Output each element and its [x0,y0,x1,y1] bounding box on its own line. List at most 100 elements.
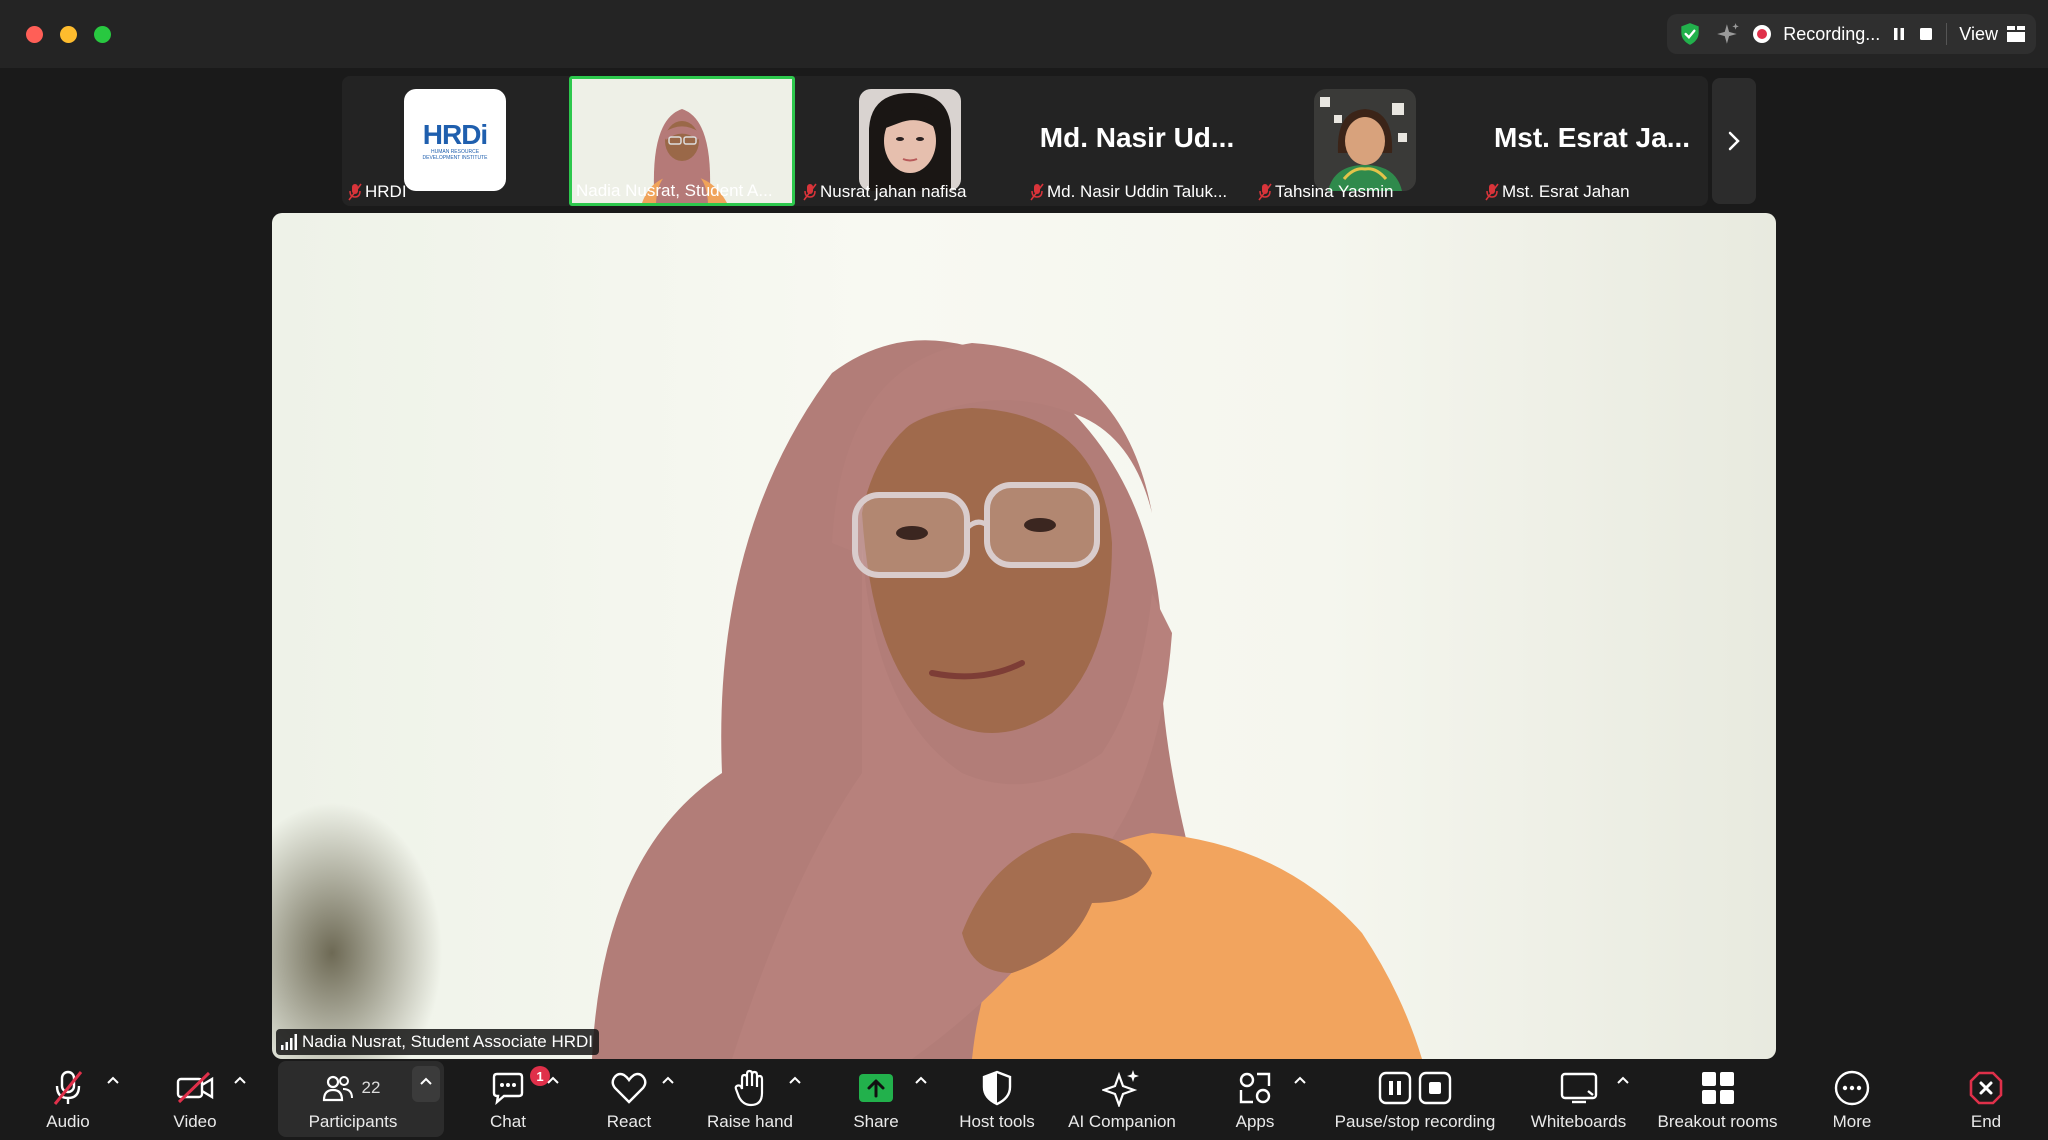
more-label: More [1832,1112,1872,1131]
muted-mic-icon [348,183,362,201]
recording-bar: Recording... View [1667,14,2036,54]
participants-button[interactable]: 22 Participants [296,1060,426,1140]
share-label: Share [853,1112,899,1131]
muted-mic-icon [803,183,817,201]
host-tools-label: Host tools [959,1112,1035,1131]
ai-companion-button[interactable]: AI Companion [1057,1060,1187,1140]
speaker-name-label: Nadia Nusrat, Student Associate HRDI [276,1029,600,1055]
muted-mic-icon [1258,183,1272,201]
next-page-button[interactable] [1712,78,1756,204]
breakout-rooms-button[interactable]: Breakout rooms [1650,1060,1785,1140]
recording-indicator-icon [1753,25,1772,43]
speaker-video-frame [272,340,1422,1059]
participant-strip: HRDi HUMAN RESOURCE DEVELOPMENT INSTITUT… [342,76,1708,206]
raise-hand-icon [734,1069,764,1107]
participant-name: Tahsina Yasmin [1258,182,1393,202]
participant-name: Nadia Nusrat, Student A... [576,181,773,200]
raise-hand-button[interactable]: Raise hand [700,1060,800,1140]
apps-icon [1239,1072,1271,1104]
apps-options-caret-icon[interactable] [1292,1073,1308,1089]
participants-count: 22 [361,1078,381,1097]
pause-stop-label: Pause/stop recording [1334,1112,1496,1131]
host-tools-shield-icon [982,1070,1012,1106]
ai-companion-label: AI Companion [1068,1112,1176,1131]
pause-icon [1378,1071,1412,1105]
video-options-caret-icon[interactable] [232,1073,248,1089]
more-options-icon [1834,1070,1870,1106]
whiteboards-label: Whiteboards [1530,1112,1627,1131]
muted-mic-icon [1485,183,1499,201]
apps-button[interactable]: Apps [1215,1060,1295,1140]
end-meeting-button[interactable]: End [1946,1060,2026,1140]
chat-button[interactable]: 1 Chat [468,1060,550,1140]
heart-icon [611,1072,647,1104]
muted-mic-icon [1030,183,1044,201]
participant-display-name: Md. Nasir Ud... [1039,122,1235,153]
participant-video-thumbnail [859,89,961,191]
whiteboard-icon [1560,1072,1597,1104]
video-label: Video [173,1112,217,1131]
separator [1946,23,1948,45]
chat-icon [492,1072,524,1105]
participant-tile-nusrat[interactable]: Nusrat jahan nafisa [797,76,1023,206]
video-button[interactable]: Video [155,1060,235,1140]
active-speaker-video: Nadia Nusrat, Student Associate HRDI [272,213,1776,1059]
audio-options-caret-icon[interactable] [105,1073,121,1089]
share-options-caret-icon[interactable] [913,1073,929,1089]
view-label: View [1959,23,1998,44]
window-titlebar: Recording... View [0,0,2048,68]
video-off-icon [176,1071,214,1104]
participant-video-thumbnail [1314,89,1416,191]
breakout-rooms-icon [1701,1072,1734,1104]
more-button[interactable]: More [1812,1060,1892,1140]
whiteboards-button[interactable]: Whiteboards [1521,1060,1636,1140]
participant-name: Nusrat jahan nafisa [803,182,966,202]
whiteboards-options-caret-icon[interactable] [1615,1073,1631,1089]
chat-label: Chat [490,1112,526,1131]
stop-icon [1418,1071,1452,1105]
participant-tile-nasir[interactable]: Md. Nasir Ud... Md. Nasir Uddin Taluk... [1024,76,1250,206]
react-label: React [606,1112,652,1131]
participants-label: Participants [308,1112,398,1131]
raise-hand-options-caret-icon[interactable] [787,1073,803,1089]
participant-name: HRDI [348,182,407,202]
muted-mic-icon [53,1070,83,1105]
pause-recording-icon[interactable] [1892,26,1906,42]
signal-strength-icon [281,1034,297,1050]
host-tools-button[interactable]: Host tools [947,1060,1047,1140]
view-button[interactable]: View [1959,24,2026,45]
close-window-button[interactable] [26,26,43,43]
react-button[interactable]: React [589,1060,669,1140]
ai-companion-sparkle-icon [1102,1070,1139,1107]
participant-name: Mst. Esrat Jahan [1485,182,1630,202]
participant-tile-hrdi[interactable]: HRDi HUMAN RESOURCE DEVELOPMENT INSTITUT… [342,76,568,206]
participant-name: Md. Nasir Uddin Taluk... [1030,182,1227,202]
raise-hand-label: Raise hand [706,1112,793,1131]
participant-display-name: Mst. Esrat Ja... [1493,122,1691,153]
end-meeting-icon [1969,1071,2003,1105]
grid-view-icon [2007,26,2025,42]
stop-recording-icon[interactable] [1918,26,1934,42]
share-screen-icon [859,1074,893,1102]
react-options-caret-icon[interactable] [660,1073,676,1089]
participants-icon [322,1075,353,1102]
participant-tile-esrat[interactable]: Mst. Esrat Ja... Mst. Esrat Jahan [1479,76,1705,206]
chevron-right-icon [1728,131,1740,151]
audio-button[interactable]: Audio [28,1060,108,1140]
audio-label: Audio [46,1112,90,1131]
minimize-window-button[interactable] [60,26,77,43]
recording-status: Recording... [1783,23,1881,44]
share-screen-button[interactable]: Share [836,1060,916,1140]
security-shield-icon[interactable] [1677,21,1703,47]
zoom-window-button[interactable] [94,26,111,43]
participant-tile-nadia[interactable]: Nadia Nusrat, Student A... [569,76,795,206]
apps-label: Apps [1235,1112,1275,1131]
end-label: End [1970,1112,2002,1131]
participants-options-caret-icon[interactable] [418,1074,434,1090]
breakout-rooms-label: Breakout rooms [1657,1112,1778,1131]
chat-options-caret-icon[interactable] [545,1073,561,1089]
sparkle-icon[interactable] [1715,21,1741,47]
participant-tile-tahsina[interactable]: Tahsina Yasmin [1252,76,1478,206]
hrdi-logo: HRDi HUMAN RESOURCE DEVELOPMENT INSTITUT… [404,89,506,191]
pause-stop-recording-button[interactable]: Pause/stop recording [1325,1060,1505,1140]
